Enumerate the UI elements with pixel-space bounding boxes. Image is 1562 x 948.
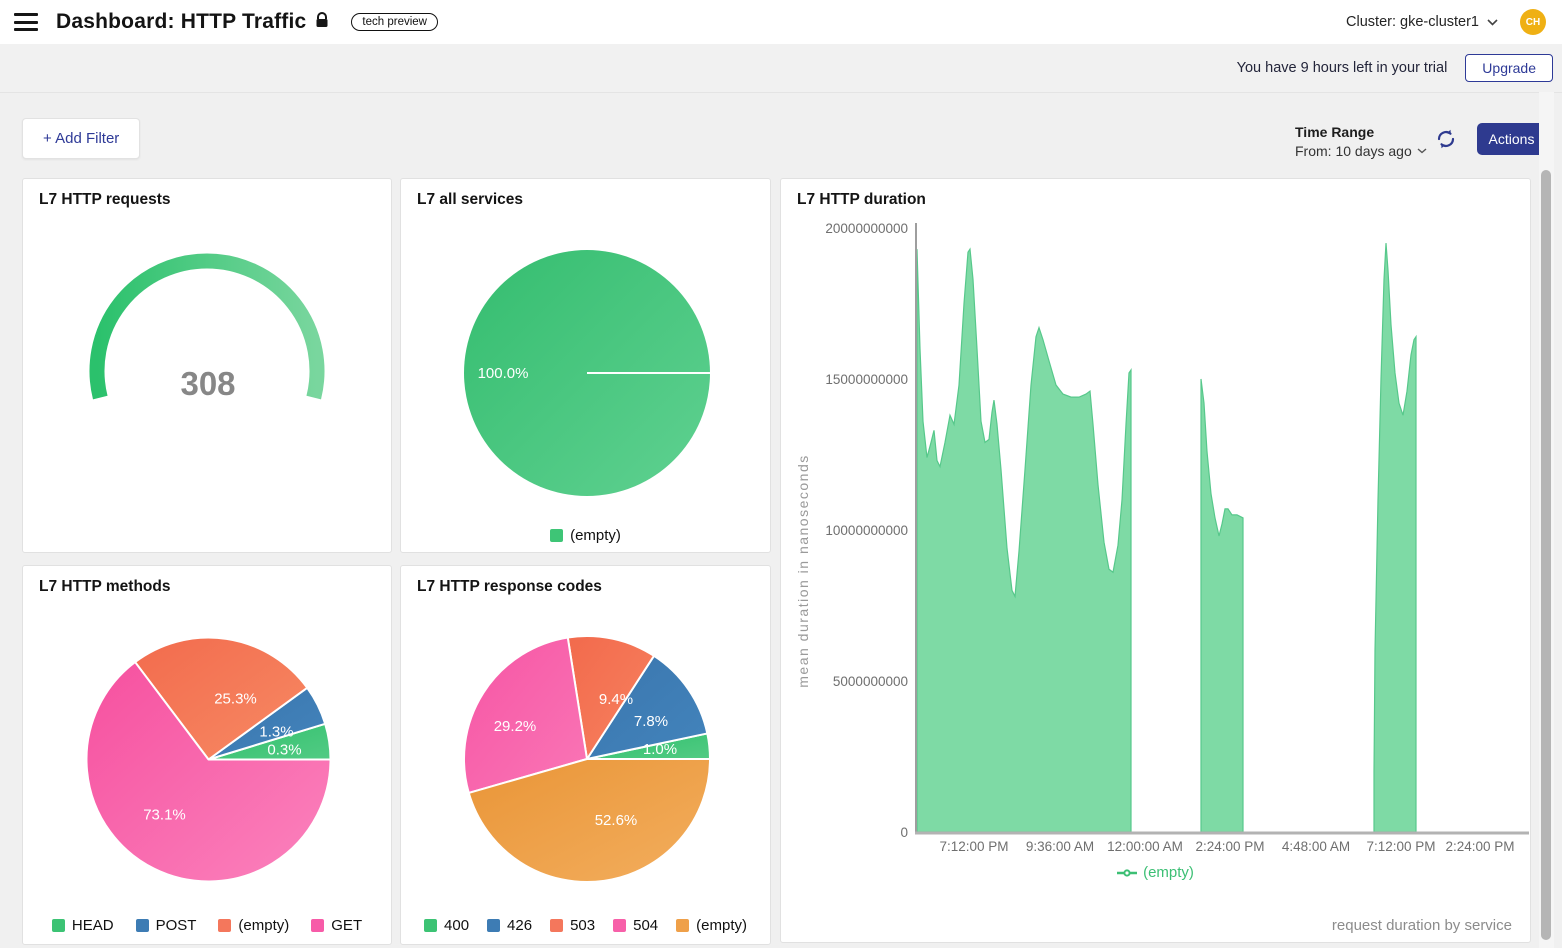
- avatar[interactable]: CH: [1520, 9, 1546, 35]
- legend-item[interactable]: 426: [487, 917, 532, 934]
- scrollbar-track: [1539, 92, 1554, 948]
- app-root: Dashboard: HTTP Traffic tech preview Clu…: [0, 0, 1562, 948]
- pie-chart-response-codes: 1.0% 7.8%9.4% 29.2% 52.6%: [401, 566, 770, 944]
- legend-swatch-icon: [218, 919, 231, 932]
- legend-item[interactable]: HEAD: [52, 917, 114, 934]
- time-range-title: Time Range: [1295, 124, 1427, 140]
- svg-text:9:36:00 AM: 9:36:00 AM: [1026, 839, 1094, 854]
- svg-text:20000000000: 20000000000: [825, 221, 908, 236]
- legend-item[interactable]: POST: [136, 917, 197, 934]
- upgrade-button[interactable]: Upgrade: [1465, 54, 1553, 82]
- legend-swatch-icon: [487, 919, 500, 932]
- svg-text:0: 0: [900, 825, 908, 840]
- time-range-selector[interactable]: Time Range From: 10 days ago: [1295, 124, 1427, 159]
- tech-preview-badge: tech preview: [351, 13, 438, 31]
- page-title: Dashboard: HTTP Traffic: [56, 10, 306, 34]
- legend-swatch-icon: [613, 919, 626, 932]
- svg-text:2:24:00 PM: 2:24:00 PM: [1195, 839, 1264, 854]
- legend-item[interactable]: GET: [311, 917, 362, 934]
- legend-label: 504: [633, 917, 658, 934]
- actions-button[interactable]: Actions: [1477, 123, 1546, 155]
- legend-label: 400: [444, 917, 469, 934]
- series-label: (empty): [1143, 864, 1194, 881]
- svg-text:15000000000: 15000000000: [825, 372, 908, 387]
- scrollbar-thumb[interactable]: [1541, 170, 1551, 940]
- legend-label: 503: [570, 917, 595, 934]
- legend-swatch-icon: [550, 529, 563, 542]
- chart-legend: HEAD POST (empty) GET: [23, 917, 391, 934]
- legend-swatch-icon: [676, 919, 689, 932]
- legend-swatch-icon: [52, 919, 65, 932]
- legend-label: 426: [507, 917, 532, 934]
- legend-swatch-icon: [550, 919, 563, 932]
- top-header: Dashboard: HTTP Traffic tech preview Clu…: [0, 0, 1562, 45]
- panel-http-response-codes: L7 HTTP response codes 1.0%7.8%9.4%29.2%…: [400, 565, 771, 945]
- svg-text:7.8%: 7.8%: [634, 713, 668, 730]
- series-marker-icon: [1117, 869, 1137, 877]
- legend-item[interactable]: 504: [613, 917, 658, 934]
- legend-label: POST: [156, 917, 197, 934]
- chart-legend: 400 426 503 504 (empty): [401, 917, 770, 934]
- legend-swatch-icon: [136, 919, 149, 932]
- add-filter-button[interactable]: + Add Filter: [22, 118, 140, 159]
- panel-http-duration: L7 HTTP duration mean duration in nanose…: [780, 178, 1531, 943]
- svg-text:10000000000: 10000000000: [825, 523, 908, 538]
- svg-text:1.3%: 1.3%: [259, 724, 293, 741]
- chart-legend: (empty): [781, 864, 1530, 881]
- svg-text:52.6%: 52.6%: [595, 812, 638, 829]
- svg-text:12:00:00 AM: 12:00:00 AM: [1107, 839, 1183, 854]
- chevron-down-icon: [1417, 148, 1427, 154]
- time-range-value: From: 10 days ago: [1295, 143, 1412, 159]
- trial-message: You have 9 hours left in your trial: [1237, 60, 1448, 76]
- svg-text:25.3%: 25.3%: [214, 691, 257, 708]
- chevron-down-icon: [1487, 19, 1498, 26]
- svg-text:7:12:00 PM: 7:12:00 PM: [1366, 839, 1435, 854]
- gauge-value: 308: [23, 365, 393, 403]
- svg-text:9.4%: 9.4%: [599, 691, 633, 708]
- svg-text:0.3%: 0.3%: [267, 742, 301, 759]
- legend-swatch-icon: [311, 919, 324, 932]
- svg-text:100.0%: 100.0%: [478, 365, 529, 382]
- cluster-selector[interactable]: Cluster: gke-cluster1: [1346, 14, 1498, 30]
- svg-text:5000000000: 5000000000: [833, 674, 908, 689]
- legend-item[interactable]: 400: [424, 917, 469, 934]
- refresh-icon[interactable]: [1434, 127, 1458, 151]
- chart-legend: (empty): [401, 527, 770, 544]
- legend-item[interactable]: (empty): [550, 527, 621, 544]
- hamburger-menu-icon[interactable]: [14, 13, 38, 31]
- svg-text:4:48:00 AM: 4:48:00 AM: [1282, 839, 1350, 854]
- pie-chart-http-methods: 0.3%1.3%25.3% 73.1%: [23, 566, 391, 944]
- panel-http-methods: L7 HTTP methods 0.3%1.3%25.3%73.1% HEADP…: [22, 565, 392, 945]
- legend-item[interactable]: (empty): [676, 917, 747, 934]
- pie-chart-all-services: 100.0%: [401, 179, 770, 552]
- legend-swatch-icon: [424, 919, 437, 932]
- legend-label: GET: [331, 917, 362, 934]
- panel-http-requests: L7 HTTP requests 308: [22, 178, 392, 553]
- legend-item[interactable]: (empty): [218, 917, 289, 934]
- trial-banner: You have 9 hours left in your trial Upgr…: [0, 44, 1562, 93]
- svg-text:2:24:00 PM: 2:24:00 PM: [1445, 839, 1514, 854]
- cluster-label: Cluster: gke-cluster1: [1346, 14, 1479, 30]
- legend-item[interactable]: 503: [550, 917, 595, 934]
- chart-footer-label: request duration by service: [1332, 917, 1512, 934]
- legend-label: (empty): [570, 527, 621, 544]
- svg-text:1.0%: 1.0%: [643, 741, 677, 758]
- area-chart: 0 5000000000 10000000000 15000000000 2000000…: [781, 179, 1530, 942]
- svg-text:73.1%: 73.1%: [143, 807, 186, 824]
- legend-label: (empty): [238, 917, 289, 934]
- legend-label: (empty): [696, 917, 747, 934]
- svg-text:29.2%: 29.2%: [494, 718, 537, 735]
- panel-all-services: L7 all services 100.0% (empty): [400, 178, 771, 553]
- legend-label: HEAD: [72, 917, 114, 934]
- svg-text:7:12:00 PM: 7:12:00 PM: [939, 839, 1008, 854]
- lock-icon: [315, 12, 329, 33]
